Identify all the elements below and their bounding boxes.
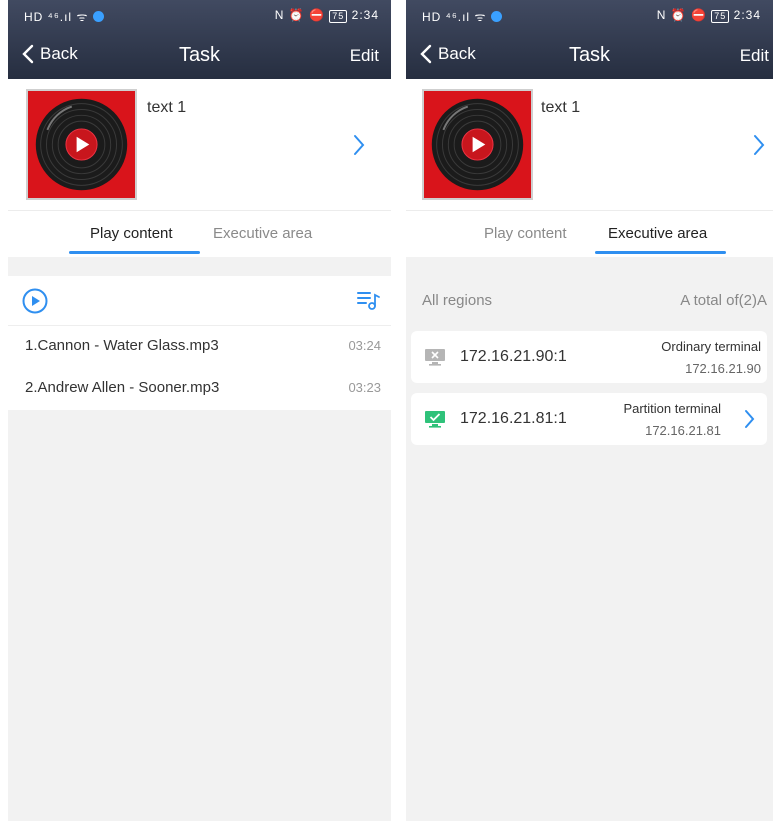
nav-bar: Back Task Edit [406, 38, 773, 74]
song-row[interactable]: 1.Cannon - Water Glass.mp3 03:24 [8, 326, 391, 368]
chevron-left-icon [420, 44, 432, 64]
tab-executive-area[interactable]: Executive area [213, 225, 312, 242]
battery-icon: 75 [329, 10, 348, 23]
monitor-online-icon [425, 411, 445, 428]
chevron-left-icon [22, 44, 34, 64]
back-label: Back [40, 44, 78, 63]
song-list-panel: 1.Cannon - Water Glass.mp3 03:24 2.Andre… [8, 276, 391, 410]
app-header: HD ⁴⁶.ıl ᯤ N ⏰ ⛔ 75 2:34 Back Task Edit [406, 0, 773, 79]
chevron-right-icon [754, 135, 765, 155]
task-name: text 1 [147, 99, 187, 116]
song-row[interactable]: 2.Andrew Allen - Sooner.mp3 03:23 [8, 368, 391, 410]
region-header[interactable]: All regions A total of(2)A [406, 276, 773, 324]
chevron-right-icon [745, 410, 755, 428]
status-time: 2:34 [733, 8, 761, 22]
play-circle-icon[interactable] [22, 288, 48, 314]
wifi-icon [92, 11, 104, 22]
status-bar: HD ⁴⁶.ıl ᯤ N ⏰ ⛔ 75 2:34 [406, 6, 773, 28]
tab-active-indicator [69, 251, 200, 254]
tab-play-content[interactable]: Play content [90, 225, 173, 242]
battery-icon: 75 [711, 10, 730, 23]
terminal-type: Ordinary terminal [661, 339, 761, 354]
terminal-ip: 172.16.21.90 [685, 361, 761, 376]
status-signal: HD ⁴⁶.ıl ᯤ [422, 8, 502, 25]
task-name: text 1 [541, 99, 581, 116]
status-right: N ⏰ ⛔ 75 2:34 [274, 8, 379, 23]
task-card[interactable]: text 1 [8, 79, 391, 211]
terminal-ip: 172.16.21.81 [645, 423, 721, 438]
region-filter-label: All regions [422, 292, 493, 309]
tab-active-indicator [595, 251, 726, 254]
playback-toolbar [8, 276, 391, 326]
task-card[interactable]: text 1 [406, 79, 773, 211]
song-name: 1.Cannon - Water Glass.mp3 [25, 337, 219, 354]
status-signal: HD ⁴⁶.ıl ᯤ [24, 8, 104, 25]
monitor-offline-icon [425, 349, 445, 366]
edit-button[interactable]: Edit [740, 46, 769, 66]
back-label: Back [438, 44, 476, 63]
song-name: 2.Andrew Allen - Sooner.mp3 [25, 379, 220, 396]
tab-bar: Play content Executive area [8, 211, 391, 257]
tab-bar: Play content Executive area [406, 211, 773, 257]
song-duration: 03:23 [348, 380, 381, 395]
edit-button[interactable]: Edit [350, 46, 379, 66]
app-header: HD ⁴⁶.ıl ᯤ N ⏰ ⛔ 75 2:34 Back Task Edit [8, 0, 391, 79]
wifi-icon [490, 11, 502, 22]
terminal-type: Partition terminal [623, 401, 721, 416]
status-bar: HD ⁴⁶.ıl ᯤ N ⏰ ⛔ 75 2:34 [8, 6, 391, 28]
terminal-row[interactable]: 172.16.21.81:1 Partition terminal 172.16… [411, 393, 767, 445]
terminal-count: A total of(2)A [680, 292, 767, 309]
back-button[interactable]: Back [420, 44, 476, 64]
terminal-address: 172.16.21.81:1 [460, 410, 567, 427]
album-cover-icon [26, 89, 137, 200]
nav-bar: Back Task Edit [8, 38, 391, 74]
screen-executive-area: HD ⁴⁶.ıl ᯤ N ⏰ ⛔ 75 2:34 Back Task Edit [406, 0, 773, 821]
status-right: N ⏰ ⛔ 75 2:34 [656, 8, 761, 23]
song-duration: 03:24 [348, 338, 381, 353]
playlist-music-icon[interactable] [357, 289, 381, 311]
terminal-row[interactable]: 172.16.21.90:1 Ordinary terminal 172.16.… [411, 331, 767, 383]
status-time: 2:34 [351, 8, 379, 22]
tab-play-content[interactable]: Play content [484, 225, 567, 242]
screen-play-content: HD ⁴⁶.ıl ᯤ N ⏰ ⛔ 75 2:34 Back Task Edit [8, 0, 391, 821]
back-button[interactable]: Back [22, 44, 78, 64]
tab-executive-area[interactable]: Executive area [608, 225, 707, 242]
chevron-right-icon [354, 135, 365, 155]
album-cover-icon [422, 89, 533, 200]
terminal-address: 172.16.21.90:1 [460, 348, 567, 365]
